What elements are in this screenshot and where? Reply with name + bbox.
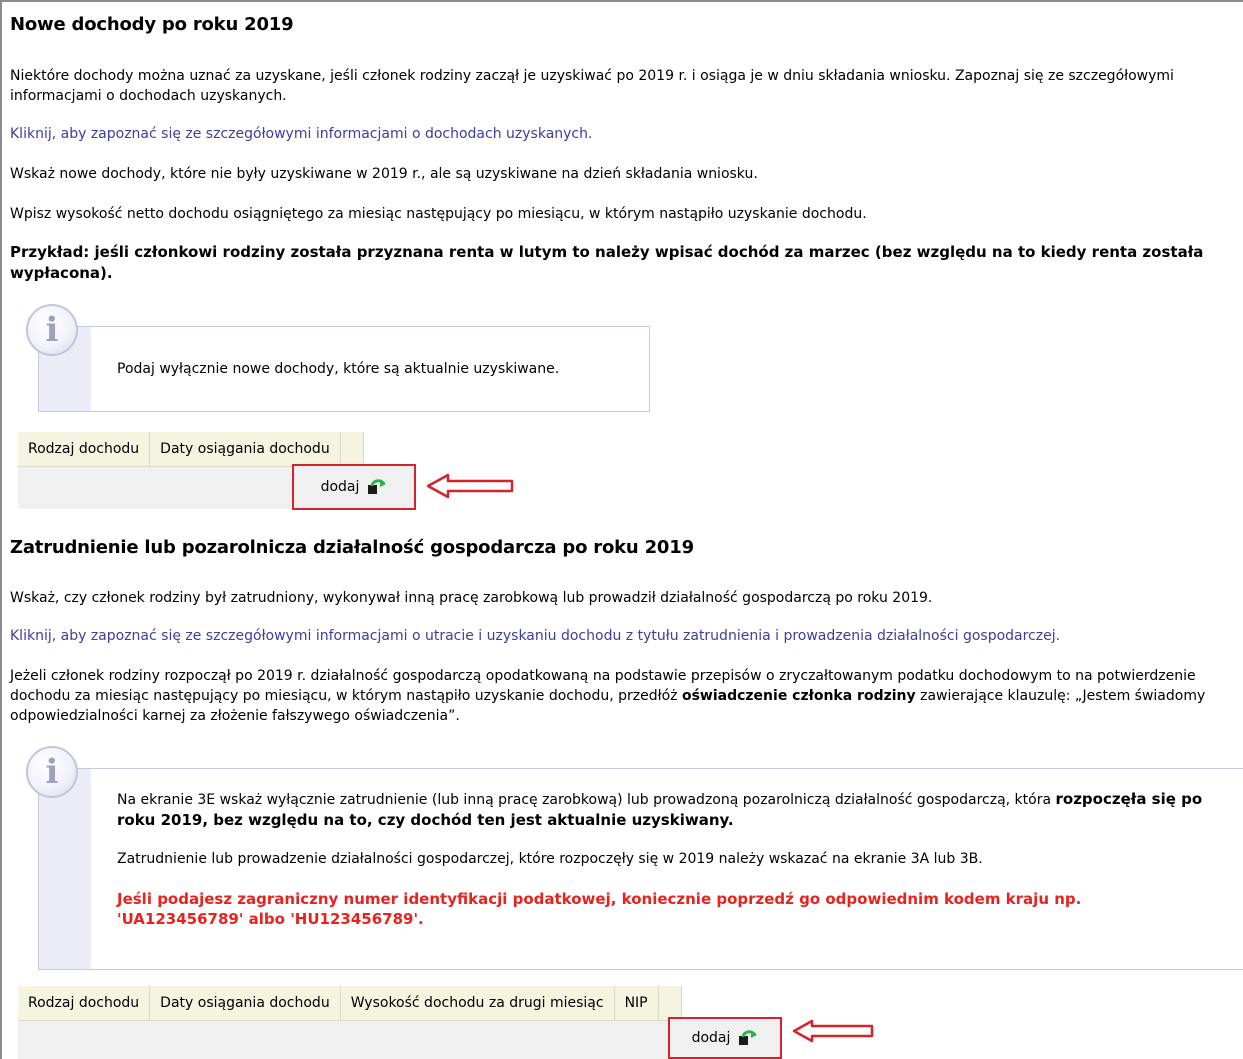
section1-paragraph2: Wskaż nowe dochody, które nie były uzysk… (10, 166, 758, 182)
column-header: NIP (614, 986, 659, 1021)
add-button-label: dodaj (320, 479, 360, 495)
add-undo-icon (368, 479, 387, 494)
column-header-empty (658, 986, 682, 1021)
column-header-empty (340, 432, 364, 467)
paragraph2-bold: oświadczenie członka rodziny (681, 688, 916, 704)
section1-example: Przykład: jeśli członkowi rodziny został… (10, 243, 1204, 282)
red-arrow-left-icon (792, 1019, 874, 1043)
section1-info-box: Podaj wyłącznie nowe dochody, które są a… (38, 326, 650, 412)
red-arrow-left-icon (426, 473, 514, 499)
table-header-row: Rodzaj dochodu Daty osiągania dochodu (18, 432, 364, 467)
section1-paragraph3: Wpisz wysokość netto dochodu osiągnięteg… (10, 206, 867, 222)
info-line1-part1: Na ekranie 3E wskaż wyłącznie zatrudnien… (117, 792, 1056, 808)
section2-info-box: Na ekranie 3E wskaż wyłącznie zatrudnien… (38, 768, 1243, 970)
section2-info-line1: Na ekranie 3E wskaż wyłącznie zatrudnien… (117, 789, 1207, 831)
section2-add-button[interactable]: dodaj (668, 1017, 782, 1059)
column-header: Wysokość dochodu za drugi miesiąc (340, 986, 615, 1021)
section2-employment-table: Rodzaj dochodu Daty osiągania dochodu Wy… (18, 986, 682, 1021)
info-icon: i (26, 304, 78, 356)
section2-info-link[interactable]: Kliknij, aby zapoznać się ze szczegółowy… (10, 626, 1060, 646)
column-header: Rodzaj dochodu (18, 432, 151, 467)
info-icon: i (26, 746, 78, 798)
section2-title: Zatrudnienie lub pozarolnicza działalnoś… (10, 537, 694, 558)
column-header: Rodzaj dochodu (18, 986, 151, 1021)
column-header: Daty osiągania dochodu (149, 986, 341, 1021)
info-strip (39, 769, 91, 969)
section2-info-line2: Zatrudnienie lub prowadzenie działalnośc… (117, 851, 983, 867)
section1-info-text: Podaj wyłącznie nowe dochody, które są a… (117, 361, 560, 377)
section2-paragraph2: Jeżeli członek rodziny rozpoczął po 2019… (10, 666, 1232, 726)
column-header: Daty osiągania dochodu (149, 432, 341, 467)
section1-income-table: Rodzaj dochodu Daty osiągania dochodu (18, 432, 364, 467)
section1-add-button[interactable]: dodaj (292, 464, 416, 510)
section2-paragraph1: Wskaż, czy członek rodziny był zatrudnio… (10, 590, 933, 606)
add-undo-icon (739, 1030, 758, 1045)
section1-title: Nowe dochody po roku 2019 (10, 14, 294, 35)
table-header-row: Rodzaj dochodu Daty osiągania dochodu Wy… (18, 986, 682, 1021)
add-button-label: dodaj (691, 1030, 731, 1046)
section2-table-footer (18, 1021, 780, 1059)
section2-warning: Jeśli podajesz zagraniczny numer identyf… (117, 890, 1082, 928)
section1-paragraph1: Niektóre dochody można uznać za uzyskane… (10, 68, 1174, 104)
section1-info-link[interactable]: Kliknij, aby zapoznać się ze szczegółowy… (10, 124, 592, 144)
